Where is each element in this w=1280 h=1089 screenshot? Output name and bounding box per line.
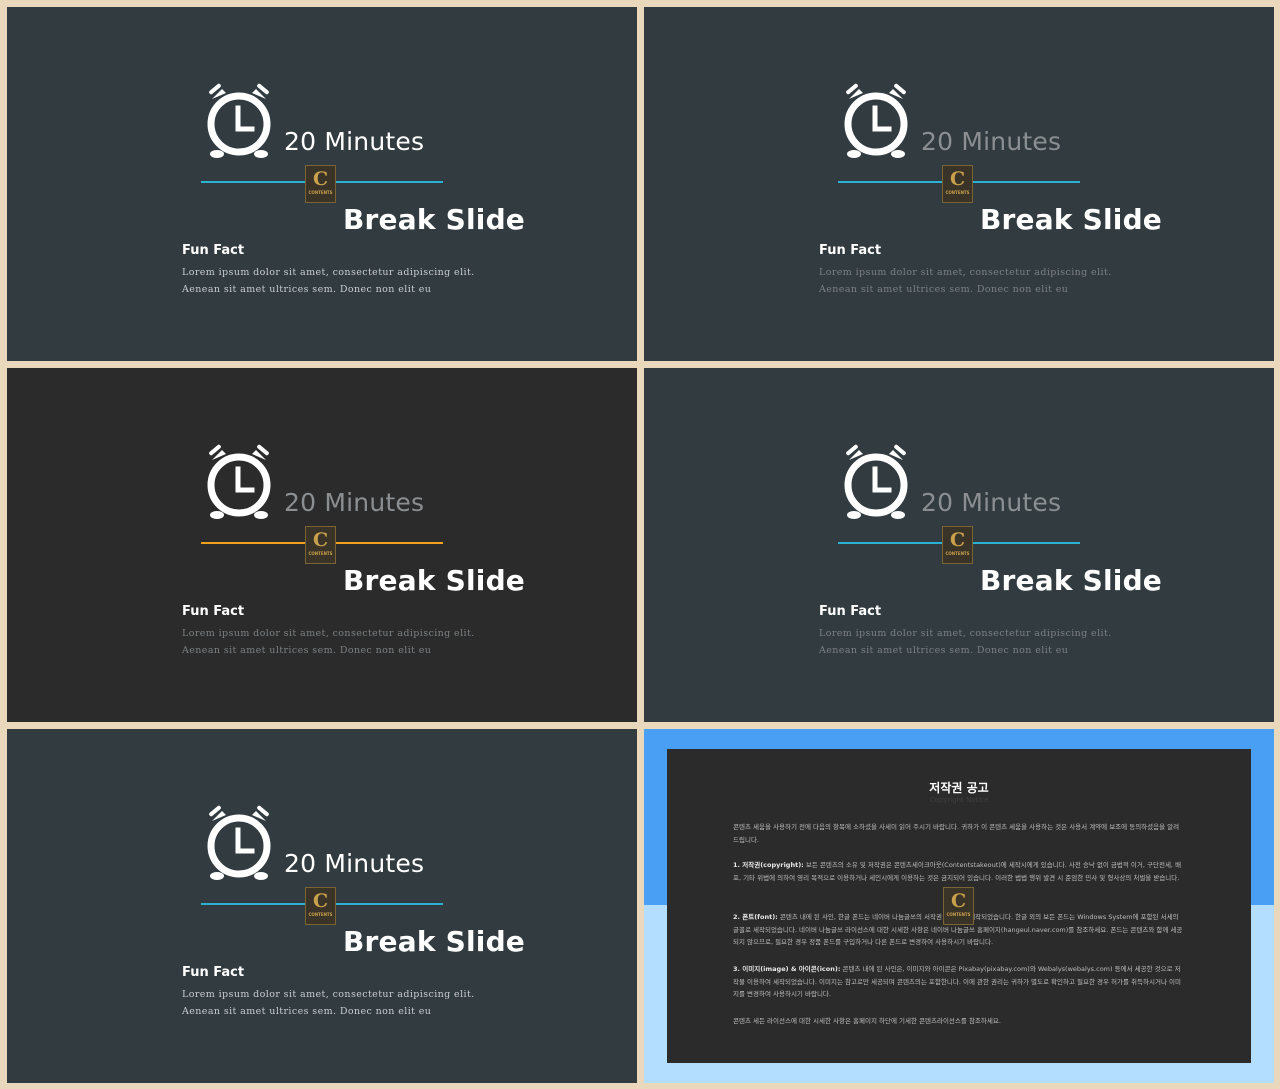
slide-title: Break Slide (980, 564, 1162, 597)
slide-title: Break Slide (343, 203, 525, 236)
fun-fact-text: Lorem ipsum dolor sit amet, consectetur … (819, 267, 1112, 295)
slide-title: Break Slide (343, 925, 525, 958)
minutes-label: 20 Minutes (284, 849, 425, 878)
contents-logo-badge: C CONTENTS (305, 165, 336, 203)
fun-fact-heading: Fun Fact (819, 243, 882, 258)
fun-fact-heading: Fun Fact (182, 243, 245, 258)
slide-title: Break Slide (343, 564, 525, 597)
break-slide-1[interactable]: 20 Minutes C CONTENTS Break Slide Fun Fac… (7, 7, 637, 361)
copyright-card: 저작권 공고 Copyright Notice 콘텐츠 세움을 사용하기 전에 … (667, 749, 1251, 1063)
copyright-title: 저작권 공고 (929, 781, 989, 795)
fun-fact-text: Lorem ipsum dolor sit amet, consectetur … (819, 628, 1112, 656)
alarm-clock-icon (837, 444, 915, 522)
break-slide-5[interactable]: 20 Minutes C CONTENTS Break Slide Fun Fac… (7, 729, 637, 1083)
contents-logo-badge: C CONTENTS (305, 526, 336, 564)
break-slide-2[interactable]: 20 Minutes C CONTENTS Break Slide Fun Fac… (644, 7, 1274, 361)
contents-logo-badge: C CONTENTS (305, 887, 336, 925)
alarm-clock-icon (200, 444, 278, 522)
copyright-section-1: 1. 저작권(copyright): 보든 콘텐츠의 소유 및 저작권은 콘텐츠… (733, 861, 1182, 882)
fun-fact-heading: Fun Fact (182, 604, 245, 619)
copyright-subtitle: Copyright Notice (929, 796, 989, 804)
break-slide-3[interactable]: 20 Minutes C CONTENTS Break Slide Fun Fac… (7, 368, 637, 722)
copyright-section-3: 3. 이미지(image) & 아이콘(icon): 콘텐츠 내에 된 사인은,… (733, 965, 1181, 998)
contents-logo-badge: C CONTENTS (942, 165, 973, 203)
copyright-intro: 콘텐츠 세움을 사용하기 전에 다음의 항목에 소하셨을 사세이 읽어 주시기 … (733, 823, 1180, 844)
slide-title: Break Slide (980, 203, 1162, 236)
break-slide-4[interactable]: 20 Minutes C CONTENTS Break Slide Fun Fac… (644, 368, 1274, 722)
fun-fact-heading: Fun Fact (819, 604, 882, 619)
minutes-label: 20 Minutes (921, 488, 1062, 517)
alarm-clock-icon (837, 83, 915, 161)
minutes-label: 20 Minutes (284, 488, 425, 517)
minutes-label: 20 Minutes (284, 127, 425, 156)
fun-fact-text: Lorem ipsum dolor sit amet, consectetur … (182, 267, 475, 295)
contents-logo-badge: C CONTENTS (943, 887, 974, 925)
fun-fact-heading: Fun Fact (182, 965, 245, 980)
contents-logo-badge: C CONTENTS (942, 526, 973, 564)
copyright-footer: 콘텐츠 세든 라이선스에 대한 시세한 사항은 홈페이지 하단에 기세한 콘텐츠… (733, 1017, 1001, 1025)
minutes-label: 20 Minutes (921, 127, 1062, 156)
fun-fact-text: Lorem ipsum dolor sit amet, consectetur … (182, 628, 475, 656)
fun-fact-text: Lorem ipsum dolor sit amet, consectetur … (182, 989, 475, 1017)
copyright-slide[interactable]: 저작권 공고 Copyright Notice 콘텐츠 세움을 사용하기 전에 … (644, 729, 1274, 1083)
alarm-clock-icon (200, 83, 278, 161)
alarm-clock-icon (200, 805, 278, 883)
